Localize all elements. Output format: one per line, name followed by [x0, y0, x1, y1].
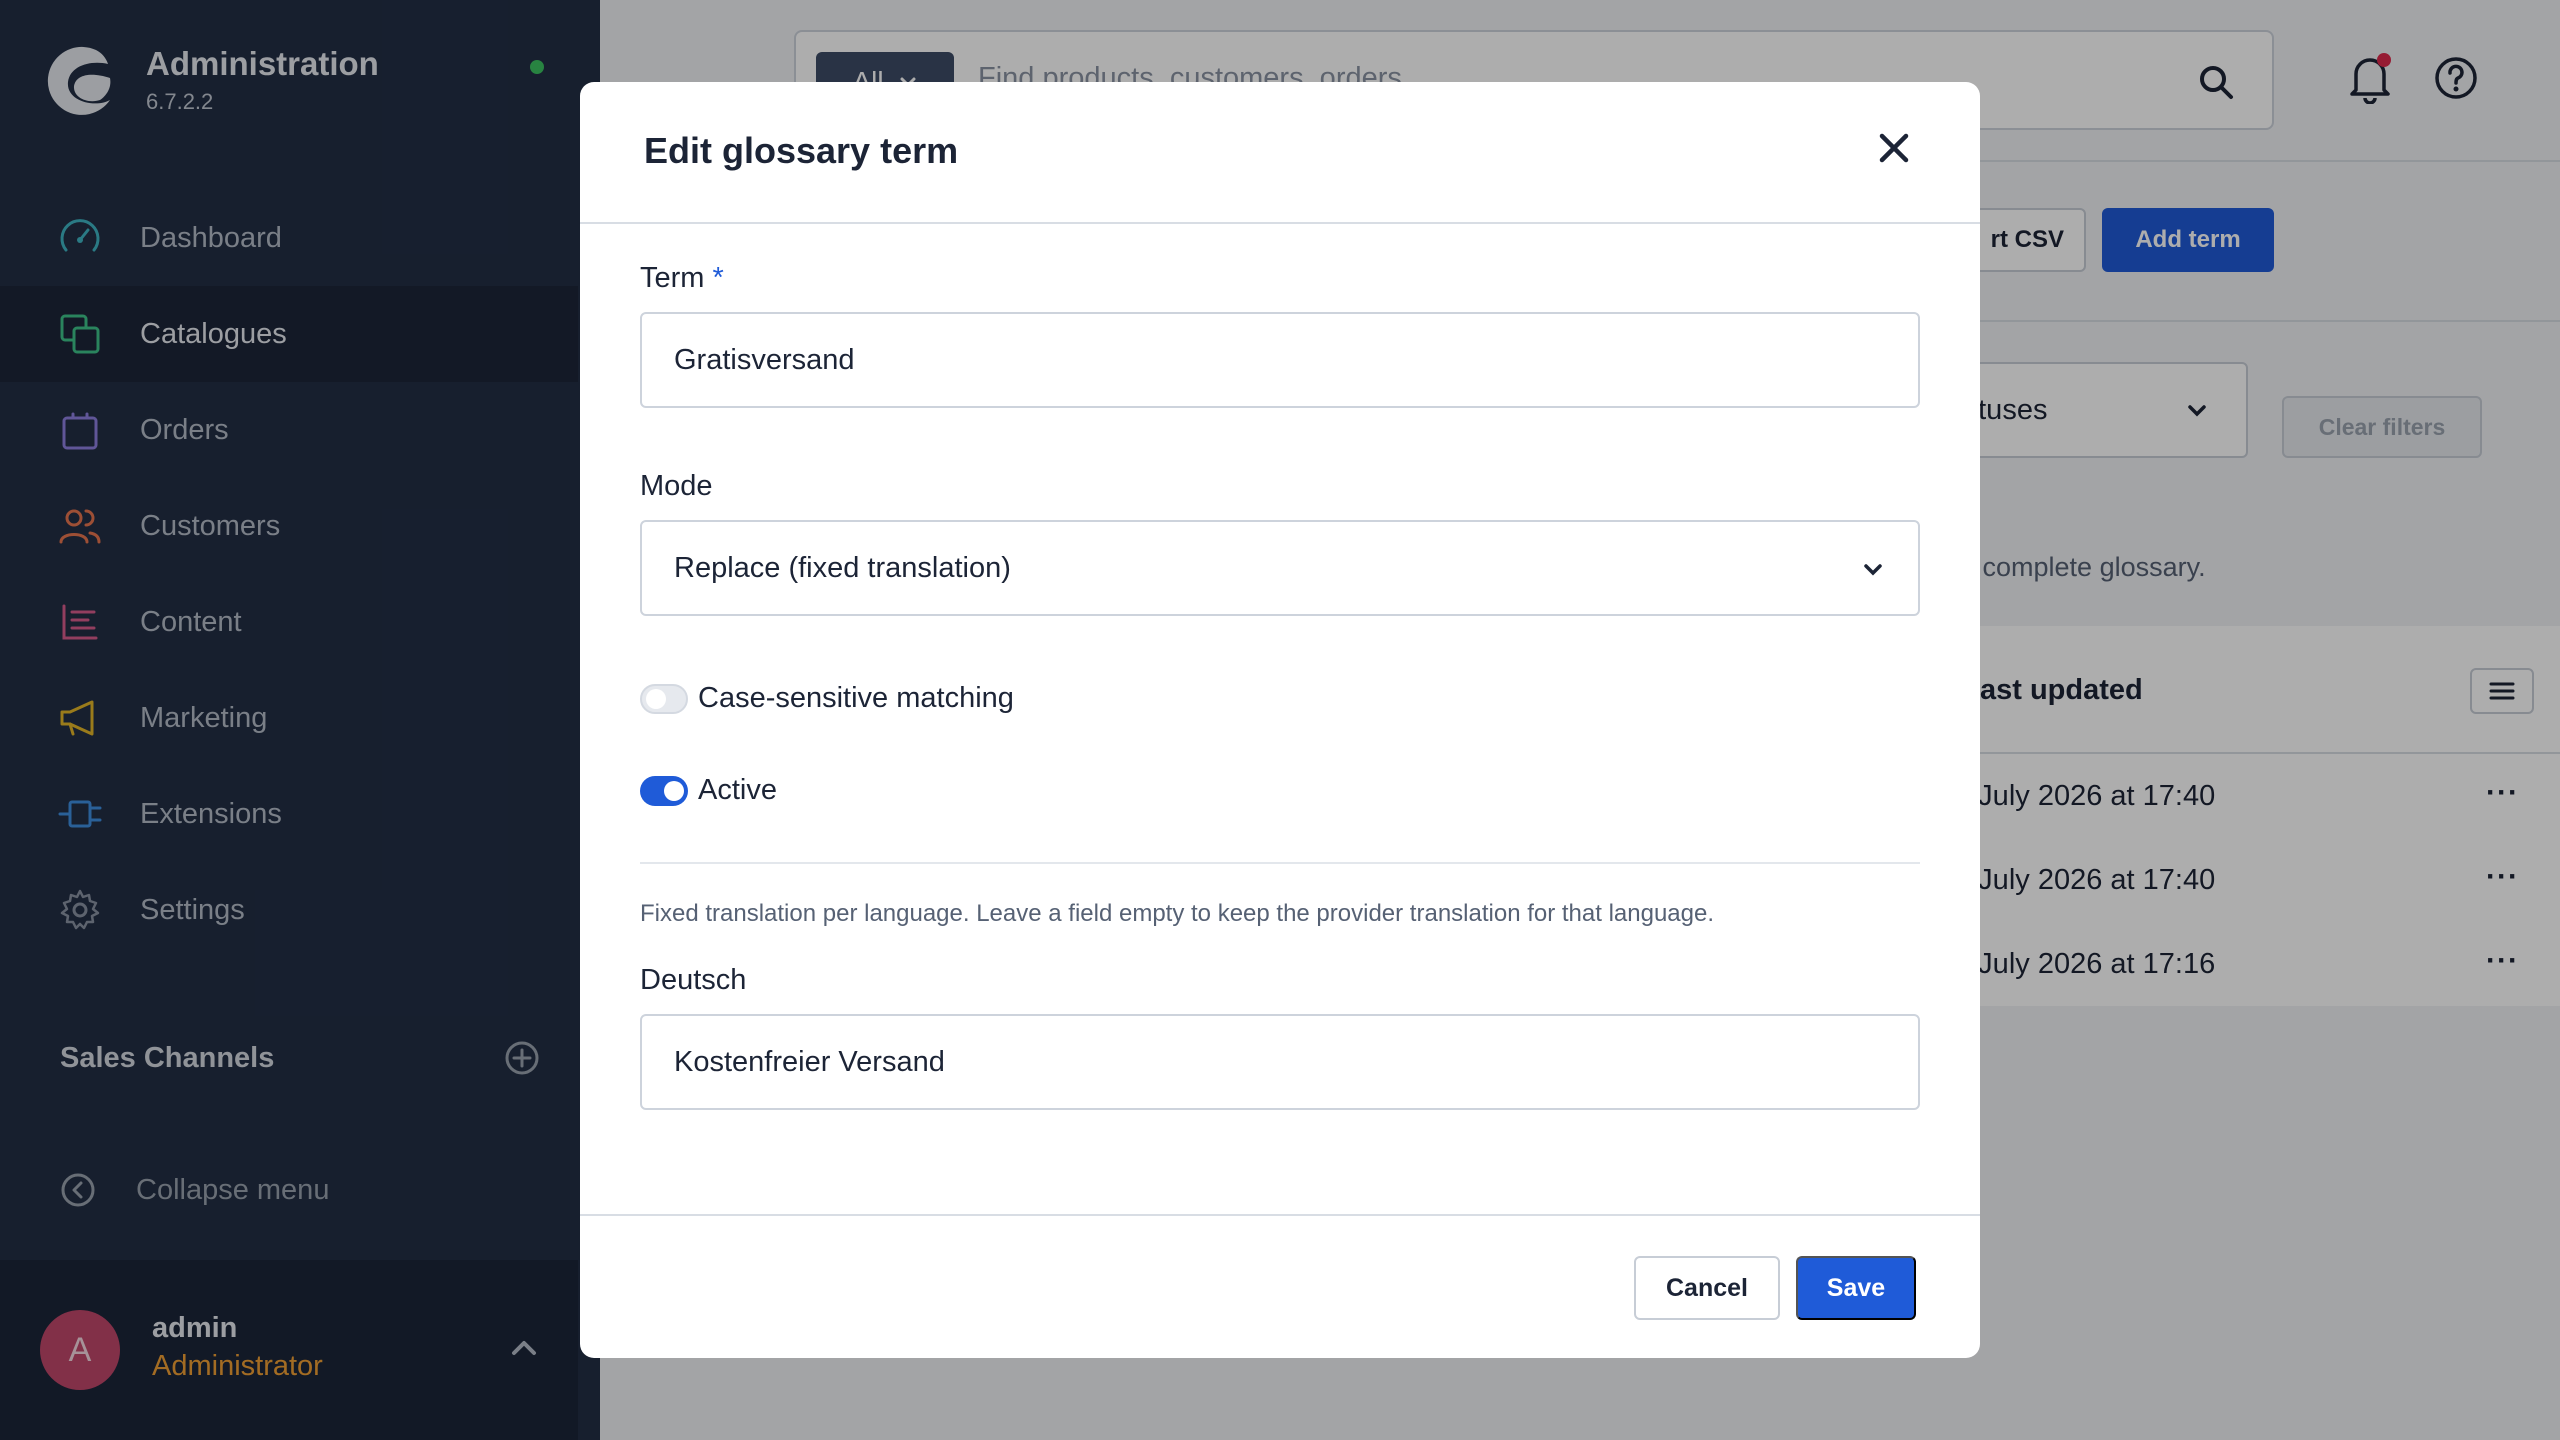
- mode-label: Mode: [640, 470, 713, 502]
- section-divider: [640, 862, 1920, 864]
- active-toggle[interactable]: [640, 775, 688, 806]
- case-sensitive-toggle[interactable]: [640, 683, 688, 714]
- modal-title: Edit glossary term: [644, 130, 959, 171]
- term-label-text: Term: [640, 262, 705, 294]
- chevron-down-icon: [1864, 564, 1882, 576]
- term-input-value: Gratisversand: [674, 343, 855, 376]
- term-input[interactable]: Gratisversand: [640, 312, 1920, 408]
- modal-header-divider: [580, 222, 1980, 224]
- active-toggle-row: Active: [640, 774, 777, 807]
- save-button[interactable]: Save: [1796, 1256, 1916, 1320]
- deutsch-label: Deutsch: [640, 964, 747, 996]
- deutsch-input-value: Kostenfreier Versand: [674, 1045, 945, 1078]
- translation-help-text: Fixed translation per language. Leave a …: [640, 900, 1715, 927]
- case-sensitive-toggle-row: Case-sensitive matching: [640, 682, 1014, 715]
- mode-select[interactable]: Replace (fixed translation): [640, 520, 1920, 616]
- required-marker: *: [712, 262, 724, 294]
- case-sensitive-label: Case-sensitive matching: [698, 682, 1014, 714]
- cancel-button[interactable]: Cancel: [1634, 1256, 1780, 1320]
- active-label: Active: [698, 774, 777, 806]
- term-label: Term *: [640, 262, 724, 295]
- edit-glossary-term-modal: Edit glossary term Term * Gratisversand M…: [580, 82, 1980, 1358]
- mode-select-value: Replace (fixed translation): [674, 551, 1011, 584]
- modal-footer-divider: [580, 1214, 1980, 1216]
- close-icon[interactable]: [1874, 128, 1914, 168]
- deutsch-translation-input[interactable]: Kostenfreier Versand: [640, 1014, 1920, 1110]
